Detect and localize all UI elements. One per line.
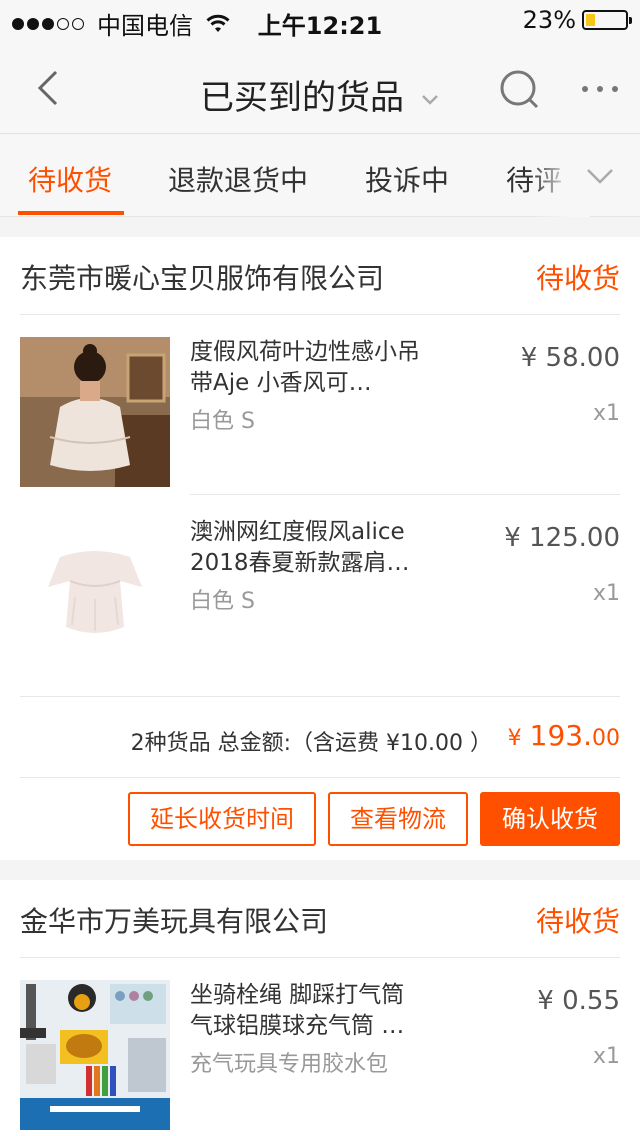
- summary-text: 2种货品 总金额:（含运费 ¥10.00 ）: [130, 731, 492, 756]
- product-title: 澳洲网红度假风alice 2018春夏新款露肩…: [190, 519, 410, 576]
- view-logistics-button[interactable]: 查看物流: [328, 792, 468, 846]
- order-summary: 2种货品 总金额:（含运费 ¥10.00 ） ¥193.00: [20, 696, 620, 778]
- product-sku: 白色 S: [190, 589, 255, 614]
- page-title-dropdown[interactable]: 已买到的货品: [0, 70, 640, 119]
- product-title: 度假风荷叶边性感小吊带Aje 小香风可…: [190, 339, 420, 396]
- order-item[interactable]: 坐骑栓绳 脚踩打气筒 气球铝膜球充气筒 … 充气玩具专用胶水包 ¥ 0.55 x…: [20, 958, 620, 1136]
- shop-name: 东莞市暖心宝贝服饰有限公司: [20, 262, 385, 295]
- tab-refund[interactable]: 退款退货中: [168, 159, 308, 199]
- nav-bar: 已买到的货品: [0, 40, 640, 134]
- chevron-down-icon: [422, 94, 438, 105]
- battery-icon: [582, 10, 632, 30]
- product-sku: 白色 S: [190, 409, 255, 434]
- order-item[interactable]: 澳洲网红度假风alice 2018春夏新款露肩… 白色 S ¥ 125.00 x…: [20, 495, 620, 675]
- product-title: 坐骑栓绳 脚踩打气筒 气球铝膜球充气筒 …: [190, 982, 405, 1039]
- product-image: [20, 337, 170, 487]
- page-title: 已买到的货品: [200, 78, 404, 118]
- confirm-receipt-button[interactable]: 确认收货: [480, 792, 620, 846]
- product-image: [20, 980, 170, 1130]
- product-qty: x1: [592, 401, 620, 426]
- product-qty: x1: [592, 1044, 620, 1069]
- status-bar: 中国电信 上午12:21 23%: [0, 0, 640, 40]
- order-status: 待收货: [535, 905, 620, 938]
- tab-fade: [530, 135, 590, 217]
- product-price: ¥ 58.00: [520, 343, 620, 373]
- product-qty: x1: [592, 581, 620, 606]
- tab-complaint[interactable]: 投诉中: [365, 159, 449, 199]
- search-icon[interactable]: [498, 68, 540, 110]
- shop-header[interactable]: 东莞市暖心宝贝服饰有限公司 待收货: [20, 237, 620, 315]
- shop-header[interactable]: 金华市万美玩具有限公司 待收货: [20, 880, 620, 958]
- order-card: 东莞市暖心宝贝服饰有限公司 待收货 度假风荷叶边性感小吊带Aje 小香风可… 白…: [0, 237, 640, 860]
- product-sku: 充气玩具专用胶水包: [190, 1052, 389, 1077]
- order-tabs: 待收货 退款退货中 投诉中 待评: [0, 135, 640, 217]
- order-card: 金华市万美玩具有限公司 待收货 坐骑栓绳 脚踩打气筒 气球铝膜球充气筒 … 充气…: [0, 880, 640, 1136]
- active-tab-indicator: [18, 211, 124, 215]
- product-price: ¥ 125.00: [504, 523, 620, 553]
- shop-name: 金华市万美玩具有限公司: [20, 905, 329, 938]
- expand-tabs-icon[interactable]: [582, 161, 618, 191]
- product-image: [20, 517, 170, 667]
- tab-pending-receipt[interactable]: 待收货: [28, 159, 112, 199]
- order-status: 待收货: [535, 262, 620, 295]
- order-total: ¥193.00: [507, 719, 620, 752]
- extend-receipt-button[interactable]: 延长收货时间: [128, 792, 316, 846]
- more-icon[interactable]: [580, 84, 620, 94]
- battery-percent: 23%: [522, 6, 576, 34]
- product-price: ¥ 0.55: [537, 986, 620, 1016]
- order-item[interactable]: 度假风荷叶边性感小吊带Aje 小香风可… 白色 S ¥ 58.00 x1: [20, 315, 620, 495]
